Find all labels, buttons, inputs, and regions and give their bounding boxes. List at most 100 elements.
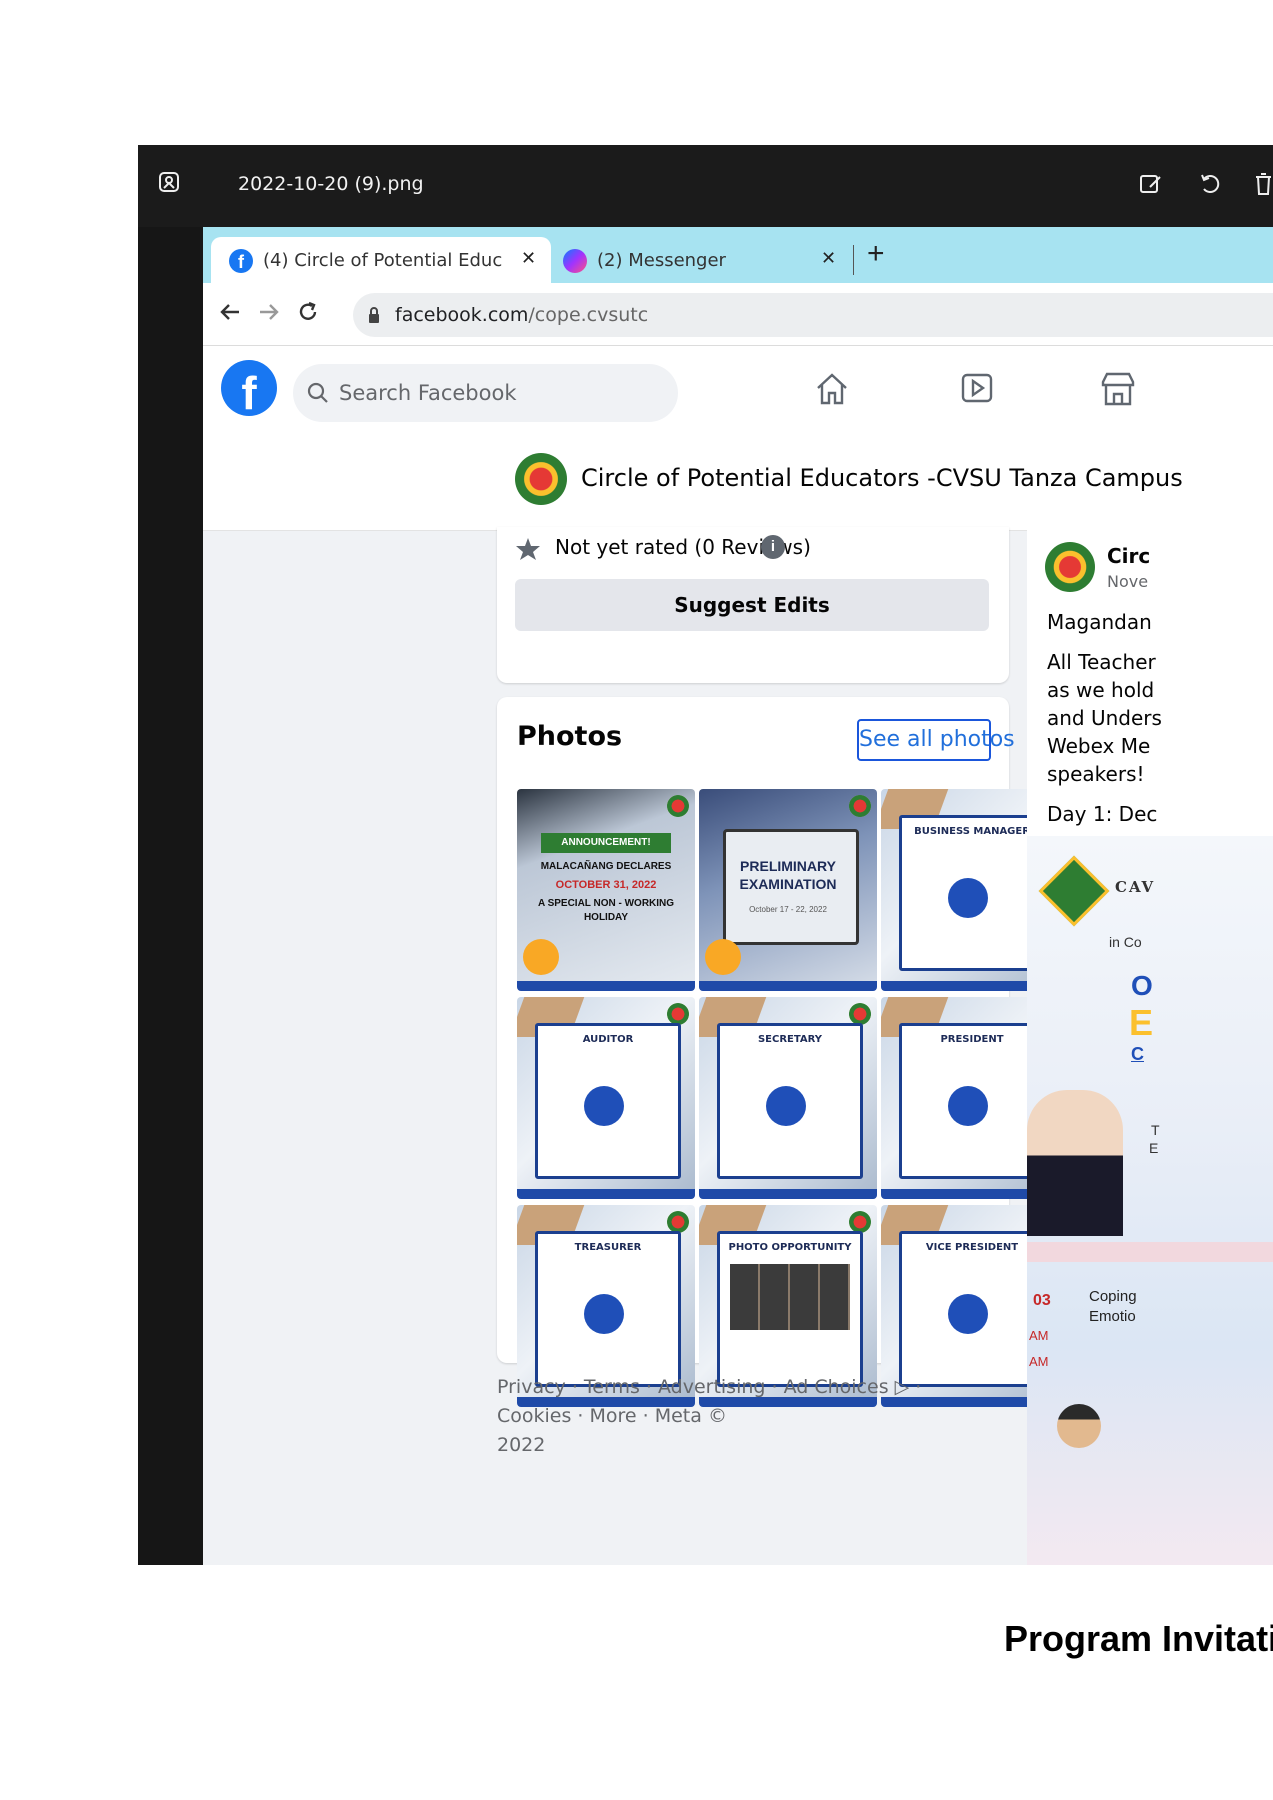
image-text: Coping — [1089, 1288, 1137, 1305]
viewer-filename: 2022-10-20 (9).png — [238, 173, 424, 195]
profile-circle — [766, 1086, 806, 1126]
photo-thumbnail[interactable]: AUDITOR — [517, 997, 695, 1199]
photo-text: PHOTO OPPORTUNITY — [728, 1242, 852, 1253]
tab-messenger[interactable]: (2) Messenger ✕ — [553, 237, 843, 283]
profile-circle — [584, 1086, 624, 1126]
post-image[interactable]: CAV in Co O E C T E 03 AM AM Coping Emot… — [1027, 836, 1273, 1565]
photo-text: AUDITOR — [582, 1034, 634, 1045]
post-line: as we hold — [1047, 678, 1155, 702]
photo-text: A SPECIAL NON - WORKING HOLIDAY — [537, 898, 675, 923]
profile-circle — [948, 1294, 988, 1334]
post-line: Magandan — [1047, 610, 1152, 634]
page-avatar[interactable] — [515, 453, 567, 505]
post-line: All Teacher — [1047, 650, 1156, 674]
image-text: in Co — [1109, 934, 1142, 950]
tab-label: (2) Messenger — [597, 250, 726, 271]
post-line: and Unders — [1047, 706, 1162, 730]
image-text: C — [1131, 1044, 1144, 1064]
video-call-grid — [730, 1264, 850, 1330]
photo-text: OCTOBER 31, 2022 — [555, 879, 657, 891]
star-icon — [515, 537, 541, 566]
cope-logo — [849, 1211, 871, 1233]
cope-logo — [849, 795, 871, 817]
suggest-edits-button[interactable]: Suggest Edits — [515, 579, 989, 631]
photo-thumbnail[interactable]: SECRETARY — [699, 997, 877, 1199]
url-path: /cope.cvsutc — [528, 304, 649, 326]
reload-icon[interactable] — [296, 300, 320, 329]
cvsu-logo — [1038, 855, 1110, 927]
image-text: Emotio — [1089, 1308, 1136, 1325]
post-text: Magandan All Teacher as we hold and Unde… — [1047, 608, 1273, 828]
photo-text: SECRETARY — [757, 1034, 823, 1045]
image-text: T — [1151, 1122, 1160, 1138]
image-divider — [1027, 1242, 1273, 1262]
back-icon[interactable] — [219, 301, 241, 328]
close-icon[interactable]: ✕ — [821, 248, 836, 269]
page-caption: Program Invitati — [1004, 1618, 1273, 1659]
footer-line: 2022 — [497, 1434, 546, 1456]
info-icon[interactable]: i — [761, 535, 785, 559]
footer-line[interactable]: Privacy · Terms · Advertising · Ad Choic… — [497, 1373, 997, 1431]
tab-cope-page[interactable]: f (4) Circle of Potential Educators - ✕ — [211, 237, 551, 283]
marketplace-icon[interactable] — [1099, 370, 1137, 413]
post-author[interactable]: Circ — [1107, 544, 1150, 568]
new-tab-button[interactable]: + — [867, 237, 885, 271]
lock-icon — [367, 306, 381, 329]
tab-label: (4) Circle of Potential Educators - — [263, 250, 503, 271]
megaphone-icon — [523, 939, 559, 975]
search-facebook-input[interactable]: Search Facebook — [293, 364, 678, 422]
post-avatar[interactable] — [1045, 542, 1095, 592]
officer-panel: BUSINESS MANAGER — [899, 815, 1045, 971]
image-text: AM — [1029, 1328, 1049, 1343]
delete-icon[interactable] — [1253, 171, 1273, 197]
photo-text: TREASURER — [574, 1242, 642, 1253]
viewer-left-rail — [138, 227, 203, 1565]
post-line: Webex Me — [1047, 734, 1151, 758]
rotate-icon[interactable] — [1198, 171, 1224, 197]
post-line: speakers! — [1047, 762, 1145, 786]
watch-icon[interactable] — [958, 370, 996, 413]
search-placeholder: Search Facebook — [339, 381, 517, 405]
home-icon[interactable] — [813, 370, 851, 413]
megaphone-icon — [705, 939, 741, 975]
facebook-icon: f — [229, 249, 253, 273]
edit-image-icon[interactable] — [1138, 171, 1164, 197]
photo-text: PRESIDENT — [940, 1034, 1004, 1045]
officer-panel: VICE PRESIDENT — [899, 1231, 1045, 1387]
photo-thumbnail[interactable]: PRELIMINARY EXAMINATION October 17 - 22,… — [699, 789, 877, 991]
see-all-photos-link[interactable]: See all photos — [857, 719, 1015, 761]
footer-links: Privacy · Terms · Advertising · Ad Choic… — [497, 1373, 997, 1460]
address-bar: facebook.com/cope.cvsutc — [203, 283, 1273, 346]
page-title: Circle of Potential Educators -CVSU Tanz… — [581, 464, 1183, 492]
officer-panel: TREASURER — [535, 1231, 681, 1387]
photo-text: October 17 - 22, 2022 — [749, 905, 827, 914]
image-text: O — [1131, 970, 1153, 1001]
url-domain: facebook.com — [395, 304, 529, 326]
photos-card: Photos See all photos ANNOUNCEMENT! MALA… — [497, 697, 1059, 1407]
cope-logo — [667, 795, 689, 817]
messenger-icon — [563, 249, 587, 273]
officer-panel: SECRETARY — [717, 1023, 863, 1179]
photos-title: Photos — [517, 721, 623, 752]
photo-thumbnail[interactable]: ANNOUNCEMENT! MALACAÑANG DECLARES OCTOBE… — [517, 789, 695, 991]
photo-text: PRELIMINARY EXAMINATION — [739, 858, 837, 892]
photo-text: BUSINESS MANAGER — [914, 826, 1030, 837]
facebook-logo[interactable]: f — [221, 360, 277, 419]
image-text: E — [1149, 1140, 1159, 1156]
officer-panel: PHOTO OPPORTUNITY — [717, 1231, 863, 1387]
page-header-bar: Circle of Potential Educators -CVSU Tanz… — [203, 436, 1273, 531]
officer-panel: AUDITOR — [535, 1023, 681, 1179]
forward-icon[interactable] — [258, 301, 280, 328]
post-date[interactable]: Nove — [1107, 572, 1148, 591]
image-text: CAV — [1115, 878, 1156, 896]
speaker-photo — [1057, 1404, 1101, 1448]
url-field[interactable]: facebook.com/cope.cvsutc — [353, 293, 1273, 337]
tab-divider — [853, 245, 854, 275]
image-text: 03 — [1033, 1292, 1051, 1309]
close-icon[interactable]: ✕ — [521, 248, 536, 269]
profile-circle — [948, 1086, 988, 1126]
photo-banner: ANNOUNCEMENT! — [541, 833, 671, 853]
image-text: E — [1129, 1002, 1154, 1043]
profile-circle — [948, 878, 988, 918]
gallery-icon[interactable] — [158, 171, 180, 193]
